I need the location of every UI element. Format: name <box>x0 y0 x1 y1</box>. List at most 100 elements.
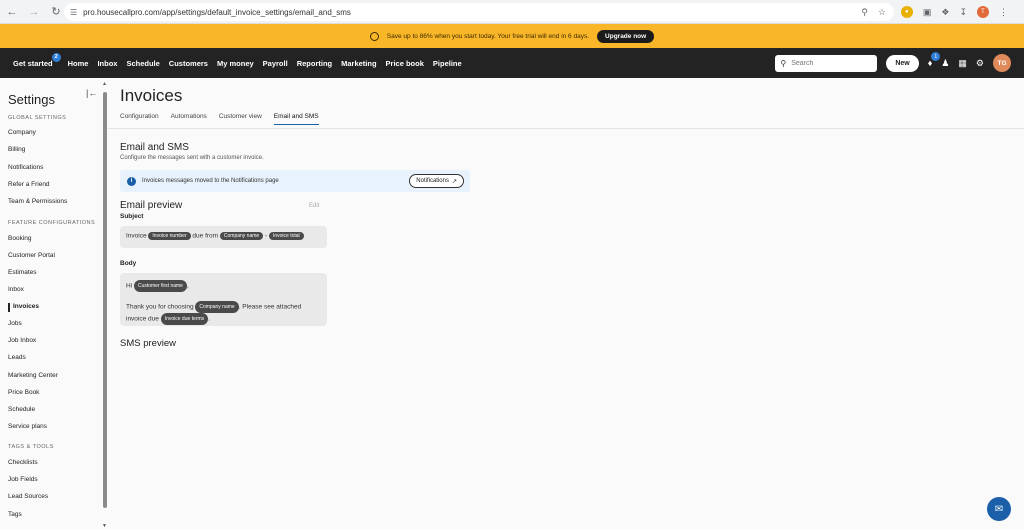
app-navigation: Get started 2 Home Inbox Schedule Custome… <box>0 48 1024 78</box>
zoom-icon[interactable]: ⚲ <box>861 7 868 18</box>
notifications-link-label: Notifications <box>416 178 449 184</box>
notifications-badge: 1 <box>931 52 941 61</box>
profile-avatar[interactable]: T <box>977 6 989 18</box>
body-word-hi: Hi <box>126 282 133 290</box>
sidebar-item-schedule[interactable]: Schedule <box>8 406 35 413</box>
apps-grid-icon[interactable]: ▦ <box>958 58 967 69</box>
nav-home[interactable]: Home <box>68 59 89 68</box>
extension-icon[interactable]: ● <box>900 6 913 18</box>
notifications-link-button[interactable]: Notifications ↗ <box>409 174 464 188</box>
reload-icon[interactable]: ↻ <box>46 2 66 22</box>
body-label: Body <box>120 260 137 267</box>
subject-separator: - <box>265 232 268 240</box>
sidebar-item-booking[interactable]: Booking <box>8 235 32 242</box>
info-banner: i Invoices messages moved to the Notific… <box>120 170 470 192</box>
nav-inbox[interactable]: Inbox <box>97 59 117 68</box>
sidebar-item-company[interactable]: Company <box>8 129 36 136</box>
scrollbar-thumb[interactable] <box>103 92 107 508</box>
tab-customer-view[interactable]: Customer view <box>219 113 262 125</box>
scroll-up-icon[interactable]: ▲ <box>102 81 107 87</box>
browser-menu-icon[interactable]: ⋮ <box>999 7 1008 18</box>
sidebar-item-lead-sources[interactable]: Lead Sources <box>8 493 48 500</box>
sidebar-item-checklists[interactable]: Checklists <box>8 459 38 466</box>
back-icon[interactable]: ← <box>2 2 22 22</box>
browser-toolbar: ← → ↻ ☰ pro.housecallpro.com/app/setting… <box>0 0 1024 24</box>
search-box[interactable]: ⚲ <box>775 54 878 72</box>
subject-preview: Invoice Invoice number due from Company … <box>120 226 327 248</box>
settings-gear-icon[interactable]: ⚙ <box>976 58 984 69</box>
nav-schedule[interactable]: Schedule <box>126 59 159 68</box>
sidebar-item-marketing-center[interactable]: Marketing Center <box>8 372 58 379</box>
download-icon[interactable]: ↧ <box>959 7 967 18</box>
sidebar-item-notifications[interactable]: Notifications <box>8 164 43 171</box>
nav-reporting[interactable]: Reporting <box>297 59 332 68</box>
tab-divider <box>108 128 1024 129</box>
camera-extension-icon[interactable]: ▣ <box>923 7 932 18</box>
tab-automations[interactable]: Automations <box>171 113 207 125</box>
trial-message: Save up to 86% when you start today. You… <box>386 32 590 40</box>
invoice-total-chip: Invoice total <box>268 232 304 240</box>
sidebar-title: Settings <box>8 92 55 107</box>
subject-word-due-from: due from <box>192 232 219 240</box>
sidebar-item-leads[interactable]: Leads <box>8 354 26 361</box>
nav-my-money[interactable]: My money <box>217 59 254 68</box>
invoice-number-chip: Invoice number <box>148 232 191 240</box>
sidebar-item-job-fields[interactable]: Job Fields <box>8 476 38 483</box>
company-name-chip: Company name <box>219 232 264 240</box>
get-started-badge: 2 <box>51 52 61 62</box>
sidebar-item-refer-a-friend[interactable]: Refer a Friend <box>8 181 50 188</box>
invoice-due-terms-chip: Invoice due terms <box>160 313 209 325</box>
clock-icon <box>369 31 379 41</box>
notifications-bell-icon[interactable]: ♦ 1 <box>928 52 941 68</box>
body-see-attached: . Please see attached <box>238 303 302 311</box>
sidebar-item-jobs[interactable]: Jobs <box>8 320 22 327</box>
user-avatar[interactable]: TG <box>993 54 1011 72</box>
url-text: pro.housecallpro.com/app/settings/defaul… <box>83 7 351 17</box>
sidebar-item-tags[interactable]: Tags <box>8 511 22 518</box>
page-title: Invoices <box>120 86 183 105</box>
body-thank-you: Thank you for choosing <box>126 303 194 311</box>
trial-banner: Save up to 86% when you start today. You… <box>0 24 1024 48</box>
settings-tabs: Configuration Automations Customer view … <box>120 113 319 125</box>
search-input[interactable] <box>791 59 872 67</box>
sms-preview-title: SMS preview <box>120 338 176 349</box>
nav-pipeline[interactable]: Pipeline <box>433 59 462 68</box>
sidebar-item-team-permissions[interactable]: Team & Permissions <box>8 198 67 205</box>
tab-configuration[interactable]: Configuration <box>120 113 159 125</box>
sidebar-item-customer-portal[interactable]: Customer Portal <box>8 252 55 259</box>
user-icon[interactable]: ♟ <box>941 58 949 69</box>
collapse-sidebar-icon[interactable]: |← <box>86 88 97 98</box>
sidebar-item-inbox[interactable]: Inbox <box>8 286 24 293</box>
nav-customers[interactable]: Customers <box>169 59 208 68</box>
tab-email-and-sms[interactable]: Email and SMS <box>273 113 319 125</box>
search-icon: ⚲ <box>780 58 787 68</box>
bookmark-star-icon[interactable]: ☆ <box>878 7 886 18</box>
upgrade-now-button[interactable]: Upgrade now <box>597 29 655 43</box>
nav-payroll[interactable]: Payroll <box>263 59 288 68</box>
sidebar-item-estimates[interactable]: Estimates <box>8 269 37 276</box>
sidebar-item-invoices[interactable]: Invoices <box>13 303 39 310</box>
extensions-puzzle-icon[interactable]: ❖ <box>941 7 949 18</box>
body-company-name-chip: Company name <box>195 301 239 313</box>
sidebar-item-billing[interactable]: Billing <box>8 146 25 153</box>
sidebar-item-service-plans[interactable]: Service plans <box>8 423 47 430</box>
nav-marketing[interactable]: Marketing <box>341 59 376 68</box>
tags-tools-heading: TAGS & TOOLS <box>8 444 54 450</box>
nav-get-started[interactable]: Get started 2 <box>13 52 61 68</box>
chat-support-icon[interactable]: ✉ <box>987 497 1011 521</box>
site-info-icon[interactable]: ☰ <box>70 8 77 17</box>
nav-price-book[interactable]: Price book <box>386 59 424 68</box>
address-bar[interactable]: ☰ pro.housecallpro.com/app/settings/defa… <box>64 3 894 21</box>
feature-configurations-heading: FEATURE CONFIGURATIONS <box>8 220 96 226</box>
new-button[interactable]: New <box>886 54 919 72</box>
scroll-down-icon[interactable]: ▼ <box>102 523 107 529</box>
sidebar-item-job-inbox[interactable]: Job Inbox <box>8 337 36 344</box>
sidebar-item-price-book[interactable]: Price Book <box>8 389 39 396</box>
forward-icon[interactable]: → <box>24 2 44 22</box>
sidebar-scrollbar[interactable]: ▲ ▼ <box>102 81 107 529</box>
body-invoice-due: invoice due <box>126 315 159 323</box>
subject-word-invoice: Invoice <box>126 232 147 240</box>
body-greeting: Hi Customer first name, <box>126 280 321 292</box>
edit-link[interactable]: Edit <box>309 203 319 209</box>
external-link-icon: ↗ <box>451 178 457 185</box>
